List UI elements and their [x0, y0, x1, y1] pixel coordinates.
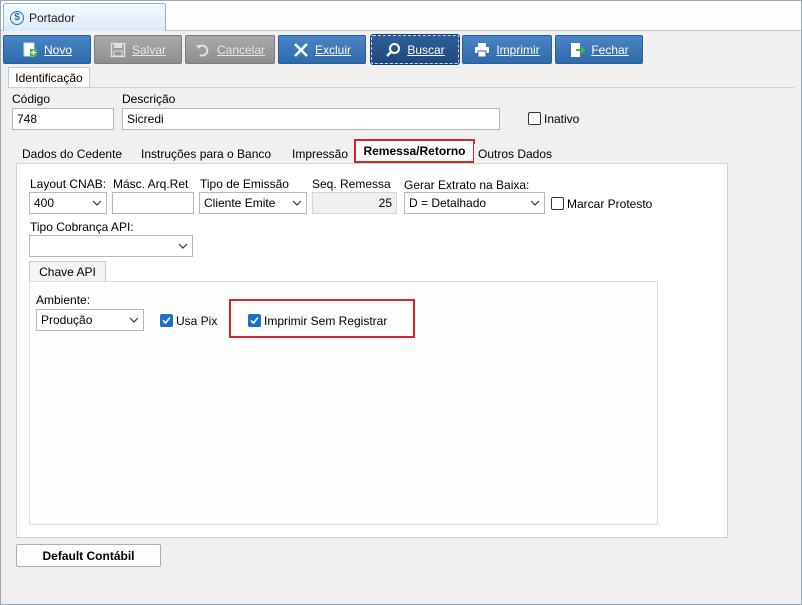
checkmark-icon — [162, 316, 171, 325]
divider — [8, 87, 794, 88]
tab-outros-dados[interactable]: Outros Dados — [474, 144, 557, 163]
tab-remessa-retorno[interactable]: Remessa/Retorno — [354, 139, 475, 163]
cancelar-label: Cancelar — [216, 42, 266, 57]
tab-chave-api[interactable]: Chave API — [29, 261, 106, 282]
buscar-label: Buscar — [407, 42, 445, 57]
gerar-extrato-label: Gerar Extrato na Baixa: — [404, 178, 530, 192]
descricao-label: Descrição — [122, 92, 176, 106]
tab-impressao-label: Impressão — [292, 146, 349, 161]
novo-label: Novo — [43, 42, 72, 57]
default-contabil-button[interactable]: Default Contábil — [16, 544, 161, 567]
imprimir-label: Imprimir — [496, 42, 540, 57]
codigo-field[interactable]: 748 — [12, 108, 114, 130]
tipo-emissao-value: Cliente Emite — [204, 196, 276, 210]
tab-chave-api-label: Chave API — [39, 265, 96, 279]
excluir-label: Excluir — [314, 42, 351, 57]
novo-button[interactable]: Novo — [3, 35, 91, 64]
checkmark-icon — [250, 316, 259, 325]
masc-arq-ret-field[interactable] — [112, 192, 194, 214]
ambiente-value: Produção — [41, 313, 93, 327]
descricao-value: Sicredi — [127, 112, 164, 126]
inativo-label: Inativo — [544, 112, 580, 126]
default-contabil-label: Default Contábil — [42, 548, 135, 563]
tab-impressao[interactable]: Impressão — [288, 144, 353, 163]
imprimir-sem-registrar-checkbox[interactable] — [248, 314, 261, 327]
tipo-emissao-label: Tipo de Emissão — [200, 177, 289, 191]
seq-remessa-value: 25 — [378, 196, 392, 210]
dollar-coin-icon: $ — [10, 10, 24, 25]
gerar-extrato-value: D = Detalhado — [409, 196, 487, 210]
seq-remessa-label: Seq. Remessa — [312, 177, 391, 191]
chevron-down-icon — [129, 315, 139, 325]
masc-arq-ret-label: Másc. Arq.Ret — [113, 177, 189, 191]
document-tab-title: Portador — [29, 10, 76, 25]
tipo-cobranca-api-label: Tipo Cobrança API: — [30, 220, 134, 234]
tab-dados-do-cedente[interactable]: Dados do Cedente — [18, 144, 127, 163]
ambiente-label: Ambiente: — [36, 293, 91, 307]
tipo-cobranca-api-select[interactable] — [29, 235, 193, 257]
chevron-down-icon — [530, 198, 540, 208]
seq-remessa-field[interactable]: 25 — [312, 192, 397, 214]
buscar-button[interactable]: Buscar — [370, 34, 460, 65]
tab-instrucoes-para-o-banco[interactable]: Instruções para o Banco — [137, 144, 276, 163]
chevron-down-icon — [292, 198, 302, 208]
salvar-button[interactable]: Salvar — [94, 35, 182, 64]
cancelar-button[interactable]: Cancelar — [185, 35, 275, 64]
imprimir-sem-registrar-label: Imprimir Sem Registrar — [264, 314, 388, 328]
ambiente-select[interactable]: Produção — [36, 309, 144, 331]
chevron-down-icon — [92, 198, 102, 208]
tab-identificacao[interactable]: Identificação — [8, 67, 90, 88]
fechar-button[interactable]: Fechar — [555, 35, 643, 64]
printer-icon — [474, 42, 490, 58]
tab-identificacao-label: Identificação — [15, 71, 83, 85]
imprimir-button[interactable]: Imprimir — [462, 35, 552, 64]
new-document-icon — [22, 42, 38, 58]
tab-outros-dados-label: Outros Dados — [478, 146, 553, 161]
tab-remessa-retorno-label: Remessa/Retorno — [363, 144, 466, 158]
search-icon — [385, 42, 401, 58]
document-tab-portador[interactable]: $ Portador — [3, 3, 166, 31]
layout-cnab-value: 400 — [34, 196, 55, 210]
codigo-label: Código — [12, 92, 51, 106]
save-disk-icon — [110, 42, 126, 58]
excluir-button[interactable]: Excluir — [278, 35, 366, 64]
marcar-protesto-checkbox[interactable] — [551, 197, 564, 210]
exit-door-icon — [569, 42, 586, 58]
layout-cnab-label: Layout CNAB: — [30, 177, 107, 191]
delete-x-icon — [293, 42, 309, 58]
chevron-down-icon — [178, 241, 188, 251]
inativo-checkbox[interactable] — [528, 112, 541, 125]
tipo-emissao-select[interactable]: Cliente Emite — [199, 192, 307, 214]
marcar-protesto-label: Marcar Protesto — [567, 197, 653, 211]
layout-cnab-select[interactable]: 400 — [29, 192, 107, 214]
fechar-label: Fechar — [591, 42, 629, 57]
usa-pix-label: Usa Pix — [176, 314, 218, 328]
descricao-field[interactable]: Sicredi — [122, 108, 500, 130]
undo-icon — [195, 42, 211, 58]
tab-instrucoes-label: Instruções para o Banco — [141, 146, 272, 161]
codigo-value: 748 — [17, 112, 38, 126]
usa-pix-checkbox[interactable] — [160, 314, 173, 327]
salvar-label: Salvar — [131, 42, 166, 57]
tab-dados-do-cedente-label: Dados do Cedente — [22, 146, 123, 161]
gerar-extrato-select[interactable]: D = Detalhado — [404, 192, 545, 214]
